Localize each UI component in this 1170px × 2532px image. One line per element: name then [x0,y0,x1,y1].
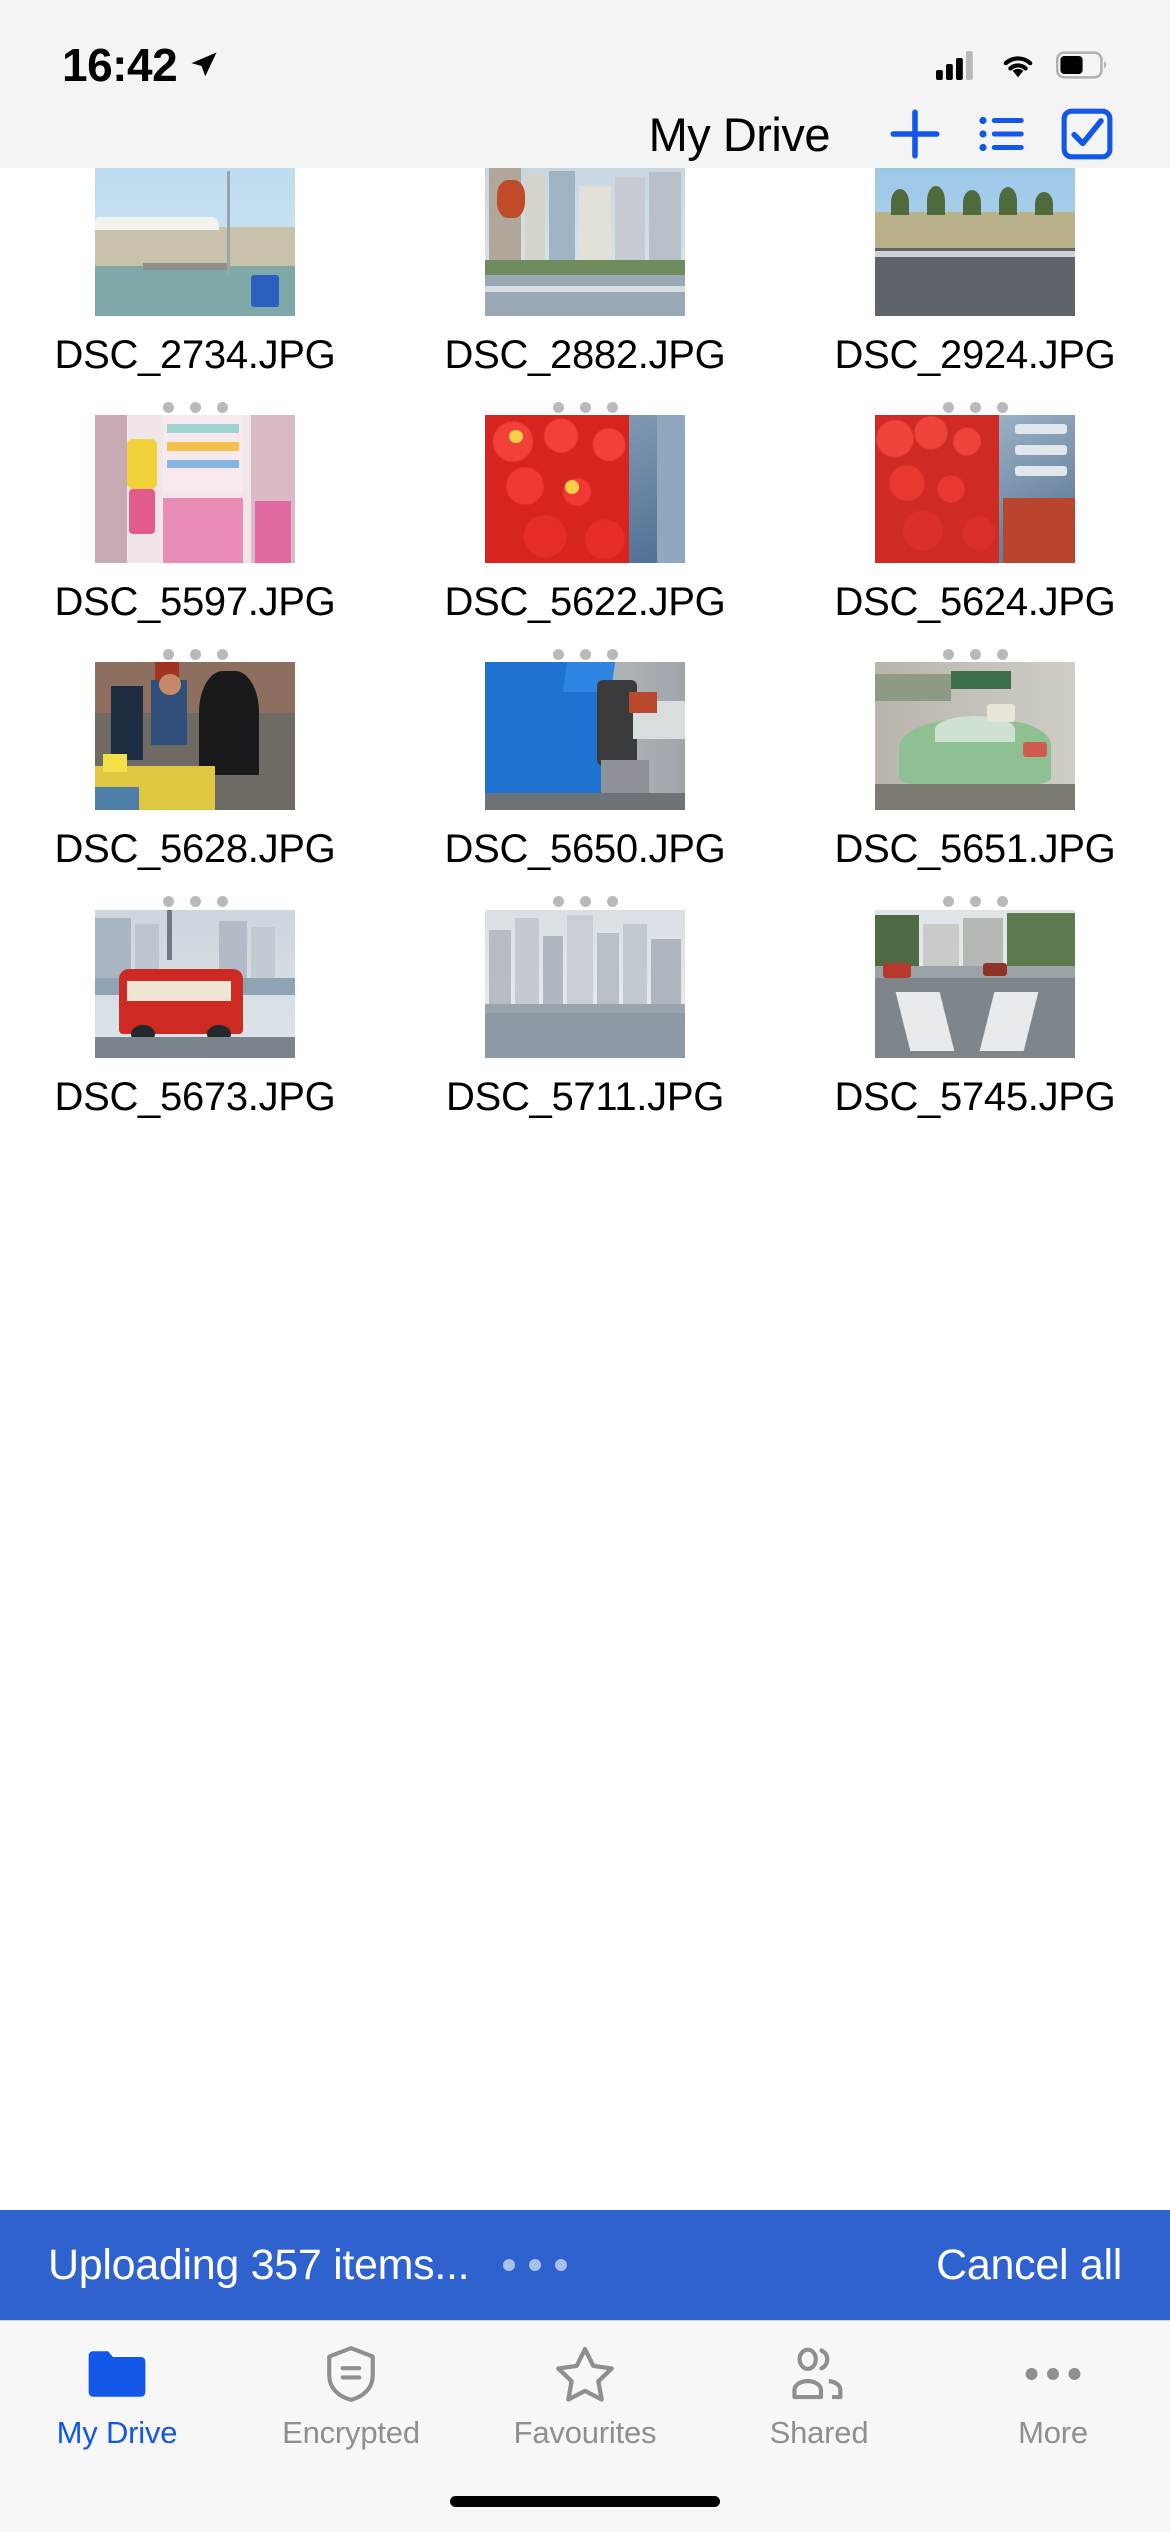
file-item[interactable]: DSC_5745.JPG [780,909,1170,1121]
file-name: DSC_5624.JPG [834,580,1116,625]
status-bar-time: 16:42 [62,39,178,91]
file-thumbnail-palm-road [875,168,1075,316]
file-name: DSC_2734.JPG [54,333,336,377]
file-thumbnail-lanterns-b [875,415,1075,564]
thumbnail-container [0,909,390,1058]
thumbnail-container [390,662,780,811]
location-arrow-icon [191,52,217,77]
upload-status-banner[interactable]: Uploading 357 items... Cancel all [0,2210,1170,2320]
shield-icon [323,2341,379,2407]
file-item[interactable]: DSC_5628.JPG [0,662,390,909]
thumbnail-container [780,415,1170,564]
thumbnail-container [780,168,1170,316]
tab-favourites[interactable]: Favourites [468,2341,702,2451]
file-name: DSC_5711.JPG [445,1074,725,1119]
file-item[interactable]: DSC_2882.JPG [390,168,780,415]
file-thumbnail-red-bus [95,909,295,1058]
upload-status-left: Uploading 357 items... [48,2240,568,2290]
cancel-all-button[interactable]: Cancel all [936,2241,1122,2290]
tab-label: Shared [769,2414,869,2450]
ellipsis-icon [1022,2341,1084,2407]
page-title: My Drive [648,107,831,161]
file-name: DSC_5622.JPG [444,580,726,625]
file-thumbnail-skyline-river [485,909,685,1058]
file-item[interactable]: DSC_5711.JPG [390,909,780,1121]
file-name: DSC_5628.JPG [54,827,336,872]
file-item[interactable]: DSC_5622.JPG [390,415,780,662]
select-button[interactable] [1044,100,1130,168]
file-name: DSC_5650.JPG [444,827,726,872]
file-more-button[interactable] [552,646,618,662]
file-more-button[interactable] [162,399,228,415]
tab-shared[interactable]: Shared [702,2341,936,2451]
file-item[interactable]: DSC_5624.JPG [780,415,1170,662]
tab-more[interactable]: More [936,2341,1170,2451]
phone-screen: 16:42 My Drive DSC_2734.JPG DSC_2882.JPG… [0,0,1170,2532]
file-thumbnail-market-crowd [95,662,295,811]
file-grid: DSC_2734.JPG DSC_2882.JPG DSC_2924.JPG D… [0,168,1170,1121]
file-item[interactable]: DSC_2924.JPG [780,168,1170,415]
file-thumbnail-lanterns-a [485,415,685,564]
file-thumbnail-street-crossing [875,909,1075,1058]
status-bar-right [936,50,1108,80]
tab-my-drive[interactable]: My Drive [0,2341,234,2451]
file-item[interactable]: DSC_5651.JPG [780,662,1170,909]
thumbnail-container [390,909,780,1058]
file-thumbnail-blue-truck [485,662,685,811]
file-more-button[interactable] [942,894,1008,910]
file-thumbnail-city-street [485,168,685,316]
star-icon [554,2341,616,2407]
home-indicator[interactable] [450,2495,720,2507]
thumbnail-container [390,168,780,316]
file-more-button[interactable] [162,646,228,662]
file-name: DSC_5597.JPG [54,580,336,625]
tab-encrypted[interactable]: Encrypted [234,2341,468,2451]
thumbnail-container [0,168,390,316]
file-more-button[interactable] [942,646,1008,662]
wifi-icon [1003,56,1033,78]
file-name: DSC_2924.JPG [834,333,1116,377]
file-name: DSC_2882.JPG [444,333,726,377]
list-view-button[interactable] [958,100,1044,168]
folder-icon [86,2341,148,2407]
cellular-signal-icon [936,51,973,80]
file-name: DSC_5651.JPG [834,827,1116,872]
tab-label: More [1018,2414,1088,2450]
file-thumbnail-green-taxi [875,662,1075,811]
status-bar-left: 16:42 [62,38,219,92]
tab-label: Favourites [513,2414,657,2450]
file-more-button[interactable] [552,399,618,415]
people-icon [787,2341,851,2407]
status-bar: 16:42 [0,0,1170,100]
upload-status-text: Uploading 357 items... [48,2240,470,2289]
thumbnail-container [780,662,1170,811]
tab-label: My Drive [56,2414,178,2450]
thumbnail-container [0,662,390,811]
file-name: DSC_5673.JPG [54,1074,336,1119]
loading-dots-icon [503,2259,568,2271]
file-grid-scroll[interactable]: DSC_2734.JPG DSC_2882.JPG DSC_2924.JPG D… [0,168,1170,2210]
file-name: DSC_5745.JPG [834,1074,1116,1119]
file-item[interactable]: DSC_5597.JPG [0,415,390,662]
file-more-button[interactable] [942,399,1008,415]
file-thumbnail-shop-interior [95,415,295,564]
home-indicator-area [0,2470,1170,2532]
file-thumbnail-marina [95,168,295,316]
plus-icon [890,109,940,159]
tab-bar: My Drive Encrypted Favourites Shared Mor… [0,2320,1170,2470]
battery-icon [1056,51,1107,79]
file-more-button[interactable] [552,894,618,910]
thumbnail-container [0,415,390,564]
add-button[interactable] [872,100,958,168]
thumbnail-container [390,415,780,564]
checkbox-select-icon [1061,108,1113,160]
tab-label: Encrypted [282,2414,420,2450]
navigation-bar: My Drive [0,100,1170,168]
file-item[interactable]: DSC_5650.JPG [390,662,780,909]
thumbnail-container [780,909,1170,1058]
file-more-button[interactable] [162,894,228,910]
list-view-icon [979,116,1024,152]
file-item[interactable]: DSC_2734.JPG [0,168,390,415]
file-item[interactable]: DSC_5673.JPG [0,909,390,1121]
